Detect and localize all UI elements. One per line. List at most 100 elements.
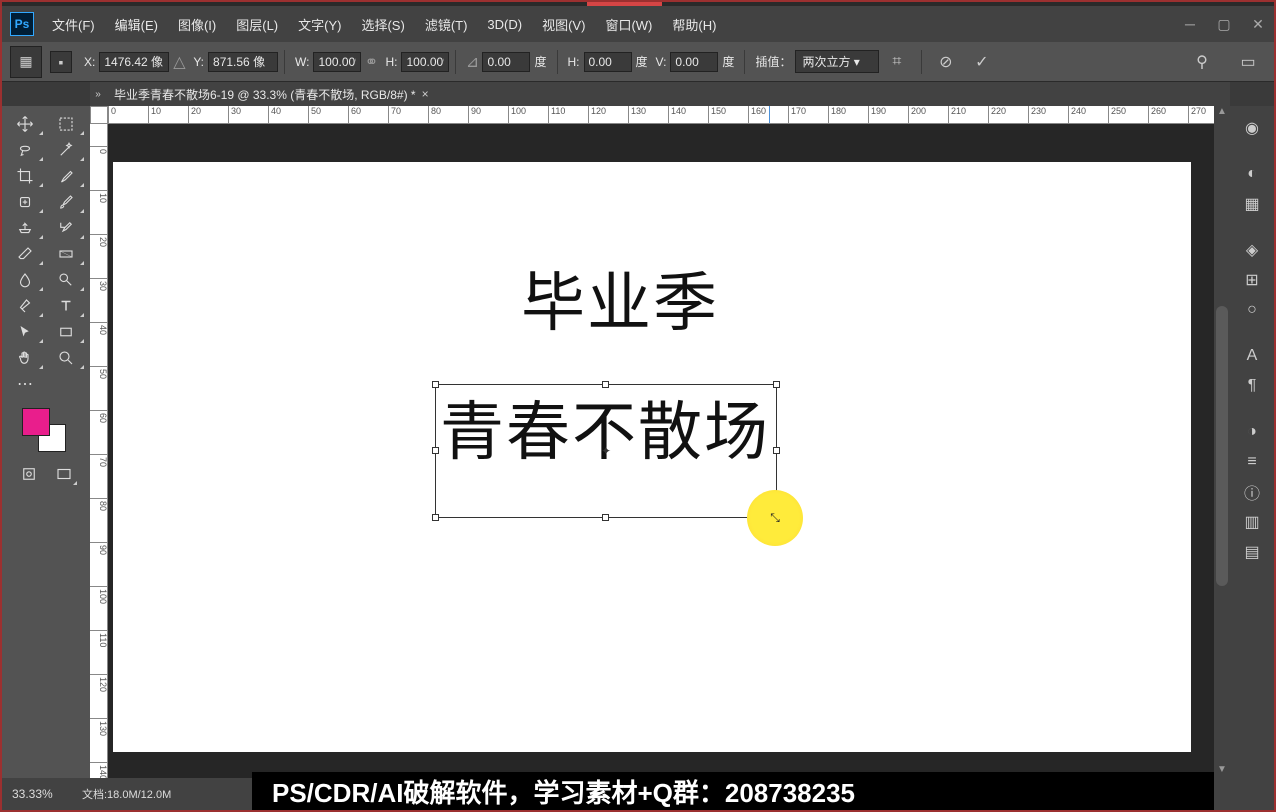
menu-window[interactable]: 窗口(W) (595, 15, 662, 34)
paragraph-panel-icon[interactable]: ¶ (1236, 372, 1268, 400)
skew-h-input[interactable] (584, 52, 632, 72)
transform-handle-bl[interactable] (432, 514, 439, 521)
x-input[interactable] (99, 52, 169, 72)
marquee-tool[interactable] (47, 112, 85, 136)
ruler-tick: 230 (1028, 106, 1046, 124)
workspace-icon[interactable]: ▭ (1236, 50, 1260, 74)
interp-dropdown[interactable]: 两次立方 ▾ (795, 50, 878, 73)
styles-panel-icon[interactable]: ≡ (1236, 448, 1268, 476)
eraser-tool[interactable] (6, 242, 44, 266)
transform-handle-bc[interactable] (602, 514, 609, 521)
paths-panel-icon[interactable]: ○ (1236, 296, 1268, 324)
gradient-tool[interactable] (47, 242, 85, 266)
commit-transform-button[interactable]: ✓ (970, 50, 994, 74)
properties-panel-icon[interactable]: ▥ (1236, 508, 1268, 536)
transform-tool-icon[interactable]: ▦ (10, 46, 42, 78)
canvas-text-selected[interactable]: 青春不散场 (440, 381, 770, 473)
move-tool[interactable] (6, 112, 44, 136)
warp-mode-button[interactable]: ⌗ (885, 50, 909, 74)
transform-center-point[interactable]: ✦ (601, 446, 611, 456)
eyedropper-tool[interactable] (47, 164, 85, 188)
dodge-tool[interactable] (47, 268, 85, 292)
histogram-panel-icon[interactable]: ▤ (1236, 538, 1268, 566)
menu-type[interactable]: 文字(Y) (288, 15, 351, 34)
maximize-button[interactable]: ▢ (1216, 16, 1232, 32)
color-panel-icon[interactable]: ◐ (1236, 160, 1268, 188)
path-selection-tool[interactable] (6, 320, 44, 344)
clone-stamp-tool[interactable] (6, 216, 44, 240)
menu-view[interactable]: 视图(V) (532, 15, 595, 34)
color-swatches[interactable] (22, 408, 66, 452)
transform-handle-tr[interactable] (773, 381, 780, 388)
crop-tool[interactable] (6, 164, 44, 188)
menu-3d[interactable]: 3D(D) (477, 17, 532, 32)
cancel-transform-button[interactable]: ⊘ (934, 50, 958, 74)
transform-bounding-box[interactable]: 青春不散场 ✦ (435, 384, 777, 518)
menu-select[interactable]: 选择(S) (351, 15, 414, 34)
ruler-origin[interactable] (90, 106, 108, 124)
y-input[interactable] (208, 52, 278, 72)
brush-tool[interactable] (47, 190, 85, 214)
blur-tool[interactable] (6, 268, 44, 292)
screen-mode-button[interactable] (49, 462, 78, 486)
transform-handle-ml[interactable] (432, 447, 439, 454)
ruler-tick: 30 (228, 106, 241, 124)
zoom-level[interactable]: 33.33% (12, 787, 82, 801)
lasso-tool[interactable] (6, 138, 44, 162)
info-panel-icon[interactable]: ⓘ (1236, 478, 1268, 506)
reference-point-icon[interactable]: ▪ (50, 51, 72, 73)
pen-tool[interactable] (6, 294, 44, 318)
w-input[interactable] (313, 52, 361, 72)
vertical-ruler[interactable]: 100102030405060708090100110120130140150 (90, 124, 108, 778)
ruler-tick: 100 (90, 586, 108, 604)
canvas-viewport[interactable]: 毕业季 青春不散场 ✦ ⤡ (108, 124, 1214, 778)
scroll-down-icon[interactable]: ▼ (1214, 764, 1230, 778)
scroll-up-icon[interactable]: ▲ (1214, 106, 1230, 120)
skew-v-input[interactable] (670, 52, 718, 72)
edit-toolbar[interactable]: ⋯ (6, 372, 44, 396)
quick-mask-button[interactable] (14, 462, 43, 486)
channels-panel-icon[interactable]: ⊞ (1236, 266, 1268, 294)
menu-help[interactable]: 帮助(H) (662, 15, 726, 34)
history-brush-tool[interactable] (47, 216, 85, 240)
horizontal-ruler[interactable]: 0102030405060708090100110120130140150160… (108, 106, 1214, 124)
rectangle-tool[interactable] (47, 320, 85, 344)
tab-close-icon[interactable]: × (422, 87, 429, 101)
menu-edit[interactable]: 编辑(E) (105, 15, 168, 34)
menu-filter[interactable]: 滤镜(T) (415, 15, 478, 34)
character-panel-icon[interactable]: A (1236, 342, 1268, 370)
transform-handle-tc[interactable] (602, 381, 609, 388)
h-input[interactable] (401, 52, 449, 72)
menu-layer[interactable]: 图层(L) (226, 15, 288, 34)
adjustments-panel-icon[interactable]: ◑ (1236, 418, 1268, 446)
link-wh-icon[interactable]: ⚭ (363, 54, 379, 70)
healing-brush-tool[interactable] (6, 190, 44, 214)
zoom-tool[interactable] (47, 346, 85, 370)
transform-handle-mr[interactable] (773, 447, 780, 454)
search-icon[interactable]: ⚲ (1190, 50, 1214, 74)
magic-wand-tool[interactable] (47, 138, 85, 162)
tab-expand-icon[interactable]: » (90, 89, 106, 100)
document-info[interactable]: 文档:18.0M/12.0M (82, 786, 222, 802)
layers-panel-icon[interactable]: ◈ (1236, 236, 1268, 264)
swap-xy-icon[interactable]: △ (171, 54, 187, 70)
scrollbar-thumb[interactable] (1216, 306, 1228, 586)
hand-tool[interactable] (6, 346, 44, 370)
app-logo[interactable]: Ps (10, 12, 34, 36)
menu-image[interactable]: 图像(I) (168, 15, 226, 34)
rotate-input[interactable] (482, 52, 530, 72)
minimize-button[interactable]: ─ (1182, 16, 1198, 32)
ruler-tick: 80 (90, 498, 108, 511)
swatches-panel-icon[interactable]: ▦ (1236, 190, 1268, 218)
menu-file[interactable]: 文件(F) (42, 15, 105, 34)
type-tool[interactable] (47, 294, 85, 318)
document-canvas[interactable]: 毕业季 青春不散场 ✦ ⤡ (113, 162, 1191, 752)
document-tab[interactable]: 毕业季青春不散场6-19 @ 33.3% (青春不散场, RGB/8#) * × (106, 86, 437, 103)
ruler-tick: 10 (148, 106, 161, 124)
transform-handle-tl[interactable] (432, 381, 439, 388)
foreground-color-swatch[interactable] (22, 408, 50, 436)
close-button[interactable]: ✕ (1250, 16, 1266, 32)
canvas-text-title[interactable]: 毕业季 (521, 252, 719, 344)
vertical-scrollbar[interactable]: ▲ ▼ (1214, 106, 1230, 778)
cc-libraries-icon[interactable]: ◉ (1236, 114, 1268, 142)
